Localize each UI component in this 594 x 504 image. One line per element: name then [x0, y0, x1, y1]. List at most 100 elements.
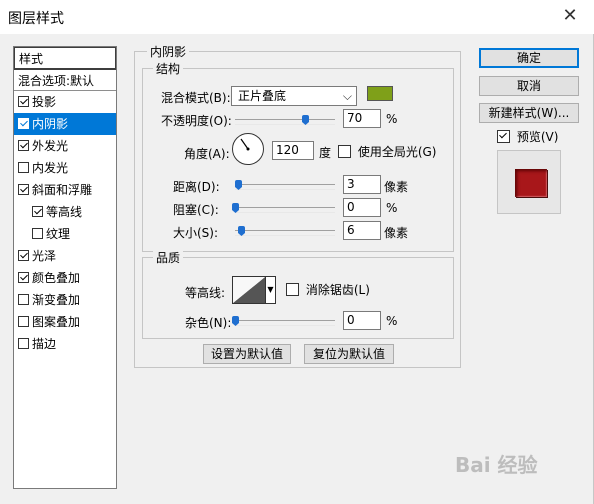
choke-input[interactable]: 0: [343, 198, 381, 217]
style-item-label: 纹理: [46, 227, 71, 241]
close-icon[interactable]: ✕: [556, 3, 584, 31]
style-item-label: 内发光: [32, 161, 69, 175]
opacity-label: 不透明度(O):: [161, 114, 232, 128]
distance-slider[interactable]: [235, 180, 335, 190]
new-style-button[interactable]: 新建样式(W)...: [479, 103, 579, 123]
style-item-label: 等高线: [46, 205, 83, 219]
layer-style-dialog: 图层样式 ✕ 样式 混合选项:默认 投影 内阴影 外发光 内发光 斜面和浮雕 等高线 纹理光…: [0, 0, 594, 504]
blend-mode-label: 混合模式(B):: [161, 91, 231, 105]
angle-label: 角度(A):: [184, 147, 230, 161]
style-item[interactable]: 外发光: [14, 135, 116, 157]
angle-dial-needle: [240, 138, 250, 151]
styles-header[interactable]: 样式: [14, 47, 116, 69]
choke-percent: %: [386, 201, 398, 215]
style-item-checkbox[interactable]: [18, 338, 29, 349]
style-item[interactable]: 内阴影: [14, 113, 116, 135]
style-item-checkbox[interactable]: [18, 272, 29, 283]
style-item[interactable]: 纹理: [14, 223, 116, 245]
watermark: Bai 经验: [455, 453, 538, 477]
style-item[interactable]: 图案叠加: [14, 311, 116, 333]
style-item-label: 光泽: [32, 249, 57, 263]
style-item-checkbox[interactable]: [18, 250, 29, 261]
style-preview: [497, 150, 561, 214]
contour-curve-icon: [233, 277, 265, 303]
choke-slider-thumb[interactable]: [232, 203, 239, 213]
preview-box[interactable]: [497, 130, 510, 143]
title-bar: 图层样式 ✕: [0, 0, 594, 34]
size-unit: 像素: [384, 226, 409, 240]
noise-input[interactable]: 0: [343, 311, 381, 330]
size-slider[interactable]: [235, 226, 335, 236]
shadow-color-swatch[interactable]: [367, 86, 393, 101]
inner-shadow-title: 内阴影: [147, 43, 190, 60]
preview-checkbox[interactable]: 预览(V): [497, 128, 558, 145]
ok-button[interactable]: 确定: [479, 48, 579, 68]
blend-mode-value: 正片叠底: [238, 89, 287, 103]
noise-label: 杂色(N):: [185, 316, 232, 330]
distance-input[interactable]: 3: [343, 175, 381, 194]
opacity-slider[interactable]: [235, 115, 335, 125]
distance-unit: 像素: [384, 180, 409, 194]
style-item[interactable]: 斜面和浮雕: [14, 179, 116, 201]
style-item[interactable]: 等高线: [14, 201, 116, 223]
style-item-checkbox[interactable]: [18, 96, 29, 107]
style-item-checkbox[interactable]: [18, 294, 29, 305]
style-item[interactable]: 渐变叠加: [14, 289, 116, 311]
inner-shadow-group: 内阴影 结构 混合模式(B): 正片叠底 ⌵ 不透明度(O): 70 % 角度(…: [134, 43, 461, 368]
size-slider-thumb[interactable]: [238, 226, 245, 236]
global-light-box[interactable]: [338, 145, 351, 158]
window-title: 图层样式: [8, 11, 64, 27]
style-item[interactable]: 内发光: [14, 157, 116, 179]
style-item[interactable]: 投影: [14, 91, 116, 113]
choke-label: 阻塞(C):: [173, 203, 219, 217]
style-list: 样式 混合选项:默认 投影 内阴影外发光内发光斜面和浮雕等高线纹理光泽颜色叠加渐变…: [13, 46, 117, 489]
style-item-label: 描边: [32, 337, 57, 351]
style-item-checkbox[interactable]: [18, 316, 29, 327]
style-item-label: 图案叠加: [32, 315, 81, 329]
noise-slider[interactable]: [232, 316, 335, 326]
style-item[interactable]: 颜色叠加: [14, 267, 116, 289]
noise-slider-thumb[interactable]: [232, 316, 239, 326]
antialias-checkbox[interactable]: 消除锯齿(L): [286, 281, 370, 298]
reset-default-button[interactable]: 复位为默认值: [304, 344, 394, 364]
global-light-checkbox[interactable]: 使用全局光(G): [338, 143, 437, 160]
style-item-label: 外发光: [32, 139, 69, 153]
opacity-input[interactable]: 70: [343, 109, 381, 128]
preview-label: 预览(V): [516, 130, 559, 144]
angle-dial[interactable]: [232, 133, 264, 165]
antialias-box[interactable]: [286, 283, 299, 296]
antialias-label: 消除锯齿(L): [305, 283, 370, 297]
structure-group: 结构 混合模式(B): 正片叠底 ⌵ 不透明度(O): 70 % 角度(A): …: [142, 60, 454, 252]
distance-label: 距离(D):: [173, 180, 220, 194]
style-item-checkbox[interactable]: [18, 184, 29, 195]
style-item[interactable]: 描边: [14, 333, 116, 355]
noise-percent: %: [386, 314, 398, 328]
quality-title: 品质: [153, 249, 184, 266]
style-item-label: 渐变叠加: [32, 293, 81, 307]
preview-swatch: [515, 169, 547, 197]
size-input[interactable]: 6: [343, 221, 381, 240]
set-default-button[interactable]: 设置为默认值: [203, 344, 291, 364]
opacity-percent: %: [386, 112, 398, 126]
style-item-checkbox[interactable]: [32, 206, 43, 217]
distance-slider-thumb[interactable]: [235, 180, 242, 190]
global-light-label: 使用全局光(G): [357, 145, 437, 159]
contour-label: 等高线:: [185, 286, 226, 300]
style-item-checkbox[interactable]: [18, 140, 29, 151]
style-item-checkbox[interactable]: [32, 228, 43, 239]
angle-input[interactable]: 120: [272, 141, 314, 160]
angle-degree: 度: [319, 146, 332, 160]
opacity-slider-thumb[interactable]: [302, 115, 309, 125]
choke-slider[interactable]: [232, 203, 335, 213]
structure-title: 结构: [153, 60, 184, 77]
cancel-button[interactable]: 取消: [479, 76, 579, 96]
chevron-down-icon[interactable]: ▼: [266, 276, 276, 304]
blend-mode-select[interactable]: 正片叠底 ⌵: [231, 86, 357, 106]
blending-options-item[interactable]: 混合选项:默认: [14, 69, 116, 91]
style-item-checkbox[interactable]: [18, 118, 29, 129]
style-item-label: 颜色叠加: [32, 271, 81, 285]
contour-picker[interactable]: [232, 276, 266, 304]
style-item[interactable]: 光泽: [14, 245, 116, 267]
style-item-label: 斜面和浮雕: [32, 183, 93, 197]
style-item-checkbox[interactable]: [18, 162, 29, 173]
